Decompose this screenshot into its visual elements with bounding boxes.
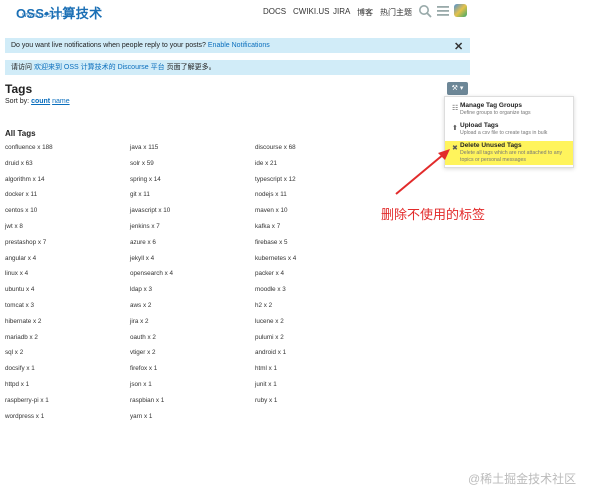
- tag-link[interactable]: pulumi x 2: [255, 334, 284, 341]
- user-avatar[interactable]: [454, 4, 467, 17]
- tag-admin-dropdown: ☷ Manage Tag Groups Define groups to org…: [444, 96, 574, 168]
- tag-link[interactable]: java x 115: [130, 144, 158, 151]
- upload-icon: ⬆: [452, 125, 458, 132]
- welcome-banner: 请访问 欢迎来到 OSS 计算技术的 Discourse 平台 页面了解更多。: [5, 60, 470, 75]
- sort-row: Sort by: count name: [5, 98, 70, 105]
- nav-docs[interactable]: DOCS: [263, 7, 286, 16]
- tag-link[interactable]: typescript x 12: [255, 176, 296, 183]
- tag-link[interactable]: nodejs x 11: [255, 191, 287, 198]
- tag-link[interactable]: ide x 21: [255, 160, 277, 167]
- menu-item-desc: Delete all tags which are not attached t…: [460, 150, 563, 163]
- search-icon[interactable]: [418, 4, 432, 18]
- annotation-arrow: [395, 149, 450, 195]
- tag-link[interactable]: jekyll x 4: [130, 255, 154, 262]
- welcome-suffix: 页面了解更多。: [164, 64, 216, 71]
- tag-link[interactable]: lucene x 2: [255, 318, 284, 325]
- watermark: @稀土掘金技术社区: [468, 472, 577, 486]
- tag-link[interactable]: oauth x 2: [130, 334, 156, 341]
- sort-by-count-link[interactable]: count: [31, 98, 50, 105]
- menu-item-delete-unused-tags[interactable]: ✖ Delete Unused Tags Delete all tags whi…: [445, 141, 573, 165]
- tag-link[interactable]: html x 1: [255, 365, 277, 372]
- tag-link[interactable]: docker x 11: [5, 191, 37, 198]
- notification-banner: Do you want live notifications when peop…: [5, 38, 470, 53]
- sort-by-name-link[interactable]: name: [52, 98, 70, 105]
- tag-link[interactable]: packer x 4: [255, 270, 284, 277]
- users-icon: ☷: [452, 105, 459, 112]
- site-logo-subtitle: WWW.OSSEZ.COM: [22, 13, 74, 19]
- tag-link[interactable]: vtiger x 2: [130, 349, 156, 356]
- tag-link[interactable]: algorithm x 14: [5, 176, 45, 183]
- menu-item-title: Delete Unused Tags: [460, 142, 522, 149]
- tag-link[interactable]: confluence x 188: [5, 144, 53, 151]
- welcome-prefix: 请访问: [11, 64, 34, 71]
- tag-link[interactable]: wordpress x 1: [5, 413, 44, 420]
- menu-item-manage-tag-groups[interactable]: ☷ Manage Tag Groups Define groups to org…: [445, 101, 573, 119]
- tag-link[interactable]: kubernetes x 4: [255, 255, 296, 262]
- tag-link[interactable]: mariadb x 2: [5, 334, 38, 341]
- tag-link[interactable]: azure x 6: [130, 239, 156, 246]
- tag-link[interactable]: raspberry-pi x 1: [5, 397, 49, 404]
- tag-admin-wrench-button[interactable]: ⚒ ▾: [447, 82, 468, 95]
- tag-link[interactable]: git x 11: [130, 191, 150, 198]
- tag-link[interactable]: ubuntu x 4: [5, 286, 34, 293]
- tag-link[interactable]: firefox x 1: [130, 365, 157, 372]
- nav-jira[interactable]: JIRA: [333, 7, 350, 16]
- tag-link[interactable]: jenkins x 7: [130, 223, 160, 230]
- tag-link[interactable]: angular x 4: [5, 255, 36, 262]
- all-tags-heading: All Tags: [5, 129, 36, 138]
- tag-link[interactable]: yarn x 1: [130, 413, 152, 420]
- tag-link[interactable]: junit x 1: [255, 381, 277, 388]
- tag-link[interactable]: maven x 10: [255, 207, 288, 214]
- tag-link[interactable]: httpd x 1: [5, 381, 29, 388]
- tag-link[interactable]: tomcat x 3: [5, 302, 34, 309]
- tag-link[interactable]: firebase x 5: [255, 239, 288, 246]
- tag-link[interactable]: druid x 63: [5, 160, 33, 167]
- tag-link[interactable]: prestashop x 7: [5, 239, 46, 246]
- tag-link[interactable]: discourse x 68: [255, 144, 296, 151]
- menu-item-upload-tags[interactable]: ⬆ Upload Tags Upload a csv file to creat…: [445, 121, 573, 139]
- hamburger-menu-icon[interactable]: [437, 6, 449, 16]
- tag-link[interactable]: ruby x 1: [255, 397, 277, 404]
- tag-link[interactable]: linux x 4: [5, 270, 28, 277]
- tag-link[interactable]: moodle x 3: [255, 286, 286, 293]
- menu-item-title: Manage Tag Groups: [460, 102, 522, 109]
- tag-link[interactable]: kafka x 7: [255, 223, 280, 230]
- menu-item-desc: Define groups to organize tags: [460, 110, 531, 116]
- tag-link[interactable]: centos x 10: [5, 207, 37, 214]
- tag-link[interactable]: spring x 14: [130, 176, 161, 183]
- tag-link[interactable]: json x 1: [130, 381, 152, 388]
- tag-link[interactable]: ldap x 3: [130, 286, 152, 293]
- tag-link[interactable]: opensearch x 4: [130, 270, 173, 277]
- tag-link[interactable]: solr x 59: [130, 160, 154, 167]
- notification-banner-text: Do you want live notifications when peop…: [11, 42, 208, 49]
- annotation-text: 删除不使用的标签: [381, 207, 486, 222]
- tag-link[interactable]: sql x 2: [5, 349, 23, 356]
- tag-link[interactable]: h2 x 2: [255, 302, 272, 309]
- tag-link[interactable]: aws x 2: [130, 302, 151, 309]
- tag-link[interactable]: docsify x 1: [5, 365, 35, 372]
- tag-link[interactable]: hibernate x 2: [5, 318, 41, 325]
- tag-link[interactable]: jwt x 8: [5, 223, 23, 230]
- tag-link[interactable]: raspbian x 1: [130, 397, 164, 404]
- menu-item-title: Upload Tags: [460, 122, 499, 129]
- nav-hot-topics[interactable]: 热门主题: [380, 7, 412, 18]
- close-icon[interactable]: ✕: [454, 40, 463, 53]
- menu-item-desc: Upload a csv file to create tags in bulk: [460, 130, 548, 136]
- welcome-link[interactable]: 欢迎来到 OSS 计算技术的 Discourse 平台: [34, 64, 165, 71]
- enable-notifications-link[interactable]: Enable Notifications: [208, 42, 270, 49]
- tag-link[interactable]: javascript x 10: [130, 207, 170, 214]
- page-title: Tags: [5, 82, 33, 96]
- tag-link[interactable]: jira x 2: [130, 318, 149, 325]
- tag-link[interactable]: android x 1: [255, 349, 286, 356]
- sort-label: Sort by:: [5, 98, 32, 105]
- nav-blog[interactable]: 博客: [357, 7, 373, 18]
- nav-cwiki[interactable]: CWIKI.US: [293, 7, 329, 16]
